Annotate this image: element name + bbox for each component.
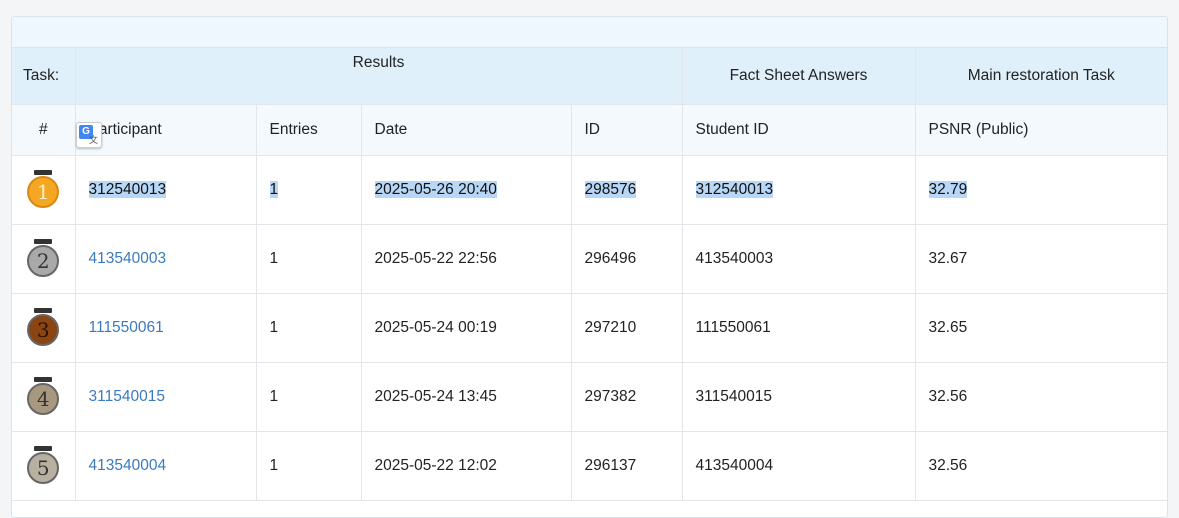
entries-cell: 1	[255, 431, 362, 501]
date-value: 2025-05-24 13:45	[374, 388, 497, 405]
student-id-value: 413540003	[695, 250, 774, 267]
table-row: 3 111550061 1 2025-05-24 00:19 297210 11…	[12, 293, 1167, 363]
psnr-value: 32.56	[928, 388, 968, 405]
psnr-cell: 32.67	[914, 224, 1167, 294]
student-id-value: 111550061	[695, 319, 771, 336]
id-value: 297210	[584, 319, 637, 336]
participant-cell[interactable]: 413540003	[74, 224, 257, 294]
psnr-column-header[interactable]: PSNR (Public)	[914, 104, 1167, 156]
medal-icon: 5	[27, 446, 60, 486]
participant-column-header[interactable]: Participant	[74, 104, 257, 156]
rank-cell: 5	[12, 431, 76, 501]
student-id-value: 312540013	[695, 181, 774, 198]
date-cell: 2025-05-22 12:02	[360, 431, 572, 501]
rank-column-header[interactable]: #	[12, 104, 76, 156]
rank-cell: 1	[12, 155, 76, 225]
medal-disc: 2	[27, 245, 60, 277]
medal-disc: 5	[27, 452, 60, 484]
participant-link[interactable]: 311540015	[89, 388, 165, 405]
participant-cell[interactable]: 312540013	[74, 155, 257, 225]
leaderboard-table: Task: Results Fact Sheet Answers Main re…	[12, 48, 1167, 501]
id-cell: 297382	[570, 362, 683, 432]
entries-value: 1	[269, 250, 279, 267]
entries-cell: 1	[255, 155, 362, 225]
participant-link[interactable]: 111550061	[89, 319, 164, 336]
student-id-cell: 413540004	[681, 431, 916, 501]
medal-icon: 2	[27, 239, 60, 279]
date-cell: 2025-05-22 22:56	[360, 224, 572, 294]
rank-cell: 2	[12, 224, 76, 294]
id-cell: 296496	[570, 224, 683, 294]
student-id-column-header[interactable]: Student ID	[681, 104, 916, 156]
table-row: 5 413540004 1 2025-05-22 12:02 296137 41…	[12, 431, 1167, 501]
participant-cell[interactable]: 311540015	[74, 362, 257, 432]
date-cell: 2025-05-24 00:19	[360, 293, 572, 363]
rank-cell: 3	[12, 293, 76, 363]
psnr-value: 32.79	[928, 181, 968, 198]
participant-link[interactable]: 312540013	[88, 181, 167, 198]
participant-link[interactable]: 413540004	[89, 457, 167, 474]
id-value: 298576	[584, 181, 637, 198]
task-header-row: Task: Results Fact Sheet Answers Main re…	[12, 48, 1167, 105]
student-id-cell: 311540015	[681, 362, 916, 432]
entries-value: 1	[269, 319, 279, 336]
id-column-header[interactable]: ID	[570, 104, 683, 156]
medal-disc: 1	[27, 176, 60, 208]
leaderboard-panel: Task: Results Fact Sheet Answers Main re…	[11, 16, 1168, 518]
participant-cell[interactable]: 111550061	[74, 293, 257, 363]
psnr-value: 32.67	[928, 250, 968, 267]
entries-value: 1	[269, 457, 279, 474]
student-id-cell: 312540013	[681, 155, 916, 225]
psnr-value: 32.56	[928, 457, 968, 474]
table-row: 2 413540003 1 2025-05-22 22:56 296496 41…	[12, 224, 1167, 294]
psnr-value: 32.65	[928, 319, 968, 336]
psnr-cell: 32.65	[914, 293, 1167, 363]
participant-link[interactable]: 413540003	[89, 250, 167, 267]
medal-icon: 3	[27, 308, 60, 348]
psnr-cell: 32.79	[914, 155, 1167, 225]
psnr-cell: 32.56	[914, 362, 1167, 432]
date-value: 2025-05-26 20:40	[374, 181, 497, 198]
column-header-row: # Participant Entries Date ID Student ID…	[12, 104, 1167, 156]
medal-disc: 3	[27, 314, 60, 346]
student-id-value: 413540004	[695, 457, 774, 474]
id-value: 296496	[584, 250, 637, 267]
results-group-header: Results	[74, 48, 683, 105]
date-column-header[interactable]: Date	[360, 104, 572, 156]
date-value: 2025-05-24 00:19	[374, 319, 497, 336]
entries-cell: 1	[255, 362, 362, 432]
student-id-cell: 413540003	[681, 224, 916, 294]
table-row: 4 311540015 1 2025-05-24 13:45 297382 31…	[12, 362, 1167, 432]
student-id-cell: 111550061	[681, 293, 916, 363]
entries-column-header[interactable]: Entries	[255, 104, 362, 156]
google-translate-icon[interactable]: G 文	[76, 122, 102, 148]
medal-disc: 4	[27, 383, 60, 415]
task-label: Task:	[12, 48, 76, 105]
student-id-value: 311540015	[695, 388, 772, 405]
entries-value: 1	[269, 388, 279, 405]
psnr-cell: 32.56	[914, 431, 1167, 501]
entries-value: 1	[269, 181, 279, 198]
date-value: 2025-05-22 12:02	[374, 457, 497, 474]
date-cell: 2025-05-24 13:45	[360, 362, 572, 432]
id-cell: 298576	[570, 155, 683, 225]
entries-cell: 1	[255, 224, 362, 294]
medal-icon: 4	[27, 377, 60, 417]
fact-sheet-group-header: Fact Sheet Answers	[681, 48, 916, 105]
panel-header-bar	[12, 17, 1167, 48]
id-value: 296137	[584, 457, 637, 474]
participant-cell[interactable]: 413540004	[74, 431, 257, 501]
id-cell: 297210	[570, 293, 683, 363]
table-row: 1 312540013 1 2025-05-26 20:40 298576 31…	[12, 155, 1167, 225]
rank-cell: 4	[12, 362, 76, 432]
main-task-group-header: Main restoration Task	[914, 48, 1167, 105]
id-cell: 296137	[570, 431, 683, 501]
medal-icon: 1	[27, 170, 60, 210]
date-cell: 2025-05-26 20:40	[360, 155, 572, 225]
date-value: 2025-05-22 22:56	[374, 250, 497, 267]
translate-glyph: 文	[89, 135, 99, 145]
id-value: 297382	[584, 388, 637, 405]
entries-cell: 1	[255, 293, 362, 363]
